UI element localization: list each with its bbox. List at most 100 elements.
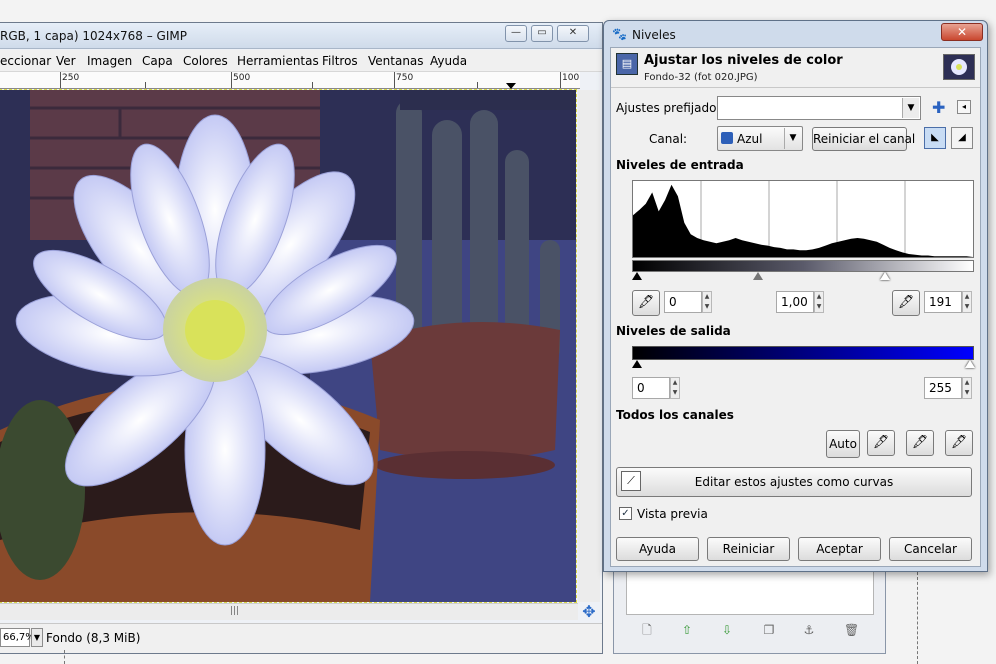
guide-line bbox=[917, 572, 918, 664]
raise-layer-icon[interactable]: ⇧ bbox=[680, 623, 694, 637]
cancel-button[interactable]: Cancelar bbox=[889, 537, 972, 561]
log-histogram-icon[interactable]: ◢ bbox=[951, 127, 973, 149]
input-histogram bbox=[632, 180, 974, 258]
guide-line bbox=[64, 650, 65, 664]
black-eyedropper-button[interactable]: 🖋 bbox=[632, 290, 660, 316]
scroll-grip-icon: ||| bbox=[230, 606, 240, 616]
curves-icon: ⟋ bbox=[621, 471, 641, 491]
chevron-down-icon[interactable]: ▼ bbox=[902, 98, 919, 118]
output-low-spin[interactable]: ▲ ▼ bbox=[670, 377, 680, 399]
lower-layer-icon[interactable]: ⇩ bbox=[720, 623, 734, 637]
blue-channel-icon bbox=[721, 132, 733, 144]
vertical-scrollbar[interactable] bbox=[578, 90, 600, 602]
cactus-flower-image bbox=[0, 90, 576, 602]
preview-label: Vista previa bbox=[637, 507, 708, 521]
output-low-field[interactable]: 0 bbox=[632, 377, 670, 399]
menu-view[interactable]: Ver bbox=[56, 54, 76, 68]
presets-label: Ajustes prefijados: bbox=[616, 101, 727, 115]
dialog-header-title: Ajustar los niveles de color bbox=[644, 53, 843, 68]
ruler-label: 100 bbox=[562, 73, 580, 83]
output-low-handle[interactable] bbox=[632, 360, 642, 368]
zoom-input[interactable]: 66,7% bbox=[0, 628, 35, 647]
gimp-wilber-icon: 🐾 bbox=[612, 27, 627, 41]
dialog-header-subtitle: Fondo-32 (fot 020.JPG) bbox=[644, 72, 758, 83]
menu-tools[interactable]: Herramientas bbox=[237, 54, 319, 68]
channel-value: Azul bbox=[737, 132, 763, 146]
window-title: RGB, 1 capa) 1024x768 – GIMP bbox=[0, 29, 187, 43]
linear-histogram-icon[interactable]: ◣ bbox=[924, 127, 946, 149]
black-point-handle[interactable] bbox=[632, 272, 642, 280]
white-eyedropper-button[interactable]: 🖋 bbox=[892, 290, 920, 316]
maximize-button[interactable]: ▭ bbox=[531, 25, 553, 42]
close-button[interactable]: ✕ bbox=[941, 23, 983, 41]
menu-help[interactable]: Ayuda bbox=[430, 54, 467, 68]
ok-button[interactable]: Aceptar bbox=[798, 537, 881, 561]
image-canvas[interactable] bbox=[0, 89, 577, 603]
close-button[interactable]: ✕ bbox=[557, 25, 589, 42]
menubar: eccionar Ver Imagen Capa Colores Herrami… bbox=[0, 50, 602, 72]
horizontal-scrollbar[interactable]: ||| bbox=[0, 603, 578, 620]
statusbar: 66,7% ▼ Fondo (8,3 MiB) bbox=[0, 623, 602, 653]
menu-colors[interactable]: Colores bbox=[183, 54, 228, 68]
preset-menu-icon[interactable]: ◂ bbox=[957, 100, 971, 114]
gimp-titlebar: RGB, 1 capa) 1024x768 – GIMP — ▭ ✕ bbox=[0, 23, 602, 49]
reset-channel-button[interactable]: Reiniciar el canal bbox=[812, 127, 915, 151]
new-layer-icon[interactable]: 🗋 bbox=[640, 623, 654, 637]
channel-label: Canal: bbox=[649, 132, 688, 146]
edit-as-curves-button[interactable]: ⟋ Editar estos ajustes como curvas bbox=[616, 467, 972, 497]
output-high-handle[interactable] bbox=[965, 360, 975, 368]
layer-thumbnail bbox=[943, 54, 975, 80]
menu-layer[interactable]: Capa bbox=[142, 54, 173, 68]
input-gamma-field[interactable]: 1,00 bbox=[776, 291, 814, 313]
ruler-pointer-icon bbox=[506, 83, 516, 89]
input-levels-title: Niveles de entrada bbox=[616, 158, 744, 172]
reset-button[interactable]: Reiniciar bbox=[707, 537, 790, 561]
output-levels-title: Niveles de salida bbox=[616, 324, 731, 338]
status-text: Fondo (8,3 MiB) bbox=[46, 631, 141, 645]
output-high-field[interactable]: 255 bbox=[924, 377, 962, 399]
minimize-button[interactable]: — bbox=[505, 25, 527, 42]
input-gradient bbox=[632, 260, 974, 272]
input-gamma-spin[interactable]: ▲ ▼ bbox=[814, 291, 824, 313]
output-gradient bbox=[632, 346, 974, 360]
layers-list[interactable] bbox=[626, 571, 874, 615]
ruler-label: 750 bbox=[396, 73, 414, 83]
white-point-handle[interactable] bbox=[880, 272, 890, 280]
add-preset-icon[interactable]: ✚ bbox=[932, 98, 945, 117]
menu-select[interactable]: eccionar bbox=[0, 54, 51, 68]
anchor-layer-icon[interactable]: ⚓ bbox=[802, 623, 816, 637]
gimp-image-window: RGB, 1 capa) 1024x768 – GIMP — ▭ ✕ eccio… bbox=[0, 22, 603, 654]
delete-layer-icon[interactable]: 🗑 bbox=[844, 623, 859, 637]
levels-window-title: Niveles bbox=[632, 28, 676, 42]
input-high-spin[interactable]: ▲ ▼ bbox=[962, 291, 972, 313]
input-low-spin[interactable]: ▲ ▼ bbox=[702, 291, 712, 313]
pick-white-eyedropper-icon[interactable]: 🖋 bbox=[945, 430, 973, 456]
edit-as-curves-label: Editar estos ajustes como curvas bbox=[694, 475, 894, 489]
chevron-down-icon[interactable]: ▼ bbox=[784, 128, 801, 149]
channel-combo[interactable]: Azul ▼ bbox=[717, 126, 803, 151]
pick-gray-eyedropper-icon[interactable]: 🖋 bbox=[906, 430, 934, 456]
layers-panel: 🗋 ⇧ ⇩ ❐ ⚓ 🗑 bbox=[613, 570, 886, 654]
gamma-handle[interactable] bbox=[753, 272, 763, 280]
ruler-label: 250 bbox=[62, 73, 80, 83]
duplicate-layer-icon[interactable]: ❐ bbox=[762, 623, 776, 637]
navigate-icon[interactable]: ✥ bbox=[580, 603, 598, 621]
horizontal-ruler: 250 500 750 100 bbox=[0, 72, 580, 89]
help-button[interactable]: Ayuda bbox=[616, 537, 699, 561]
auto-button[interactable]: Auto bbox=[826, 430, 860, 458]
menu-filters[interactable]: Filtros bbox=[322, 54, 358, 68]
levels-icon: ▤ bbox=[616, 53, 638, 75]
all-channels-title: Todos los canales bbox=[616, 408, 734, 422]
output-high-spin[interactable]: ▲ ▼ bbox=[962, 377, 972, 399]
zoom-dropdown[interactable]: ▼ bbox=[31, 628, 43, 647]
levels-dialog: 🐾 Niveles ✕ ▤ Ajustar los niveles de col… bbox=[603, 20, 988, 572]
ruler-label: 500 bbox=[233, 73, 251, 83]
pick-black-eyedropper-icon[interactable]: 🖋 bbox=[867, 430, 895, 456]
input-low-field[interactable]: 0 bbox=[664, 291, 702, 313]
menu-image[interactable]: Imagen bbox=[87, 54, 132, 68]
presets-combo[interactable]: ▼ bbox=[717, 96, 921, 120]
input-high-field[interactable]: 191 bbox=[924, 291, 962, 313]
menu-windows[interactable]: Ventanas bbox=[368, 54, 424, 68]
levels-body: ▤ Ajustar los niveles de color Fondo-32 … bbox=[610, 47, 981, 567]
preview-checkbox[interactable]: ✓ bbox=[619, 507, 632, 520]
